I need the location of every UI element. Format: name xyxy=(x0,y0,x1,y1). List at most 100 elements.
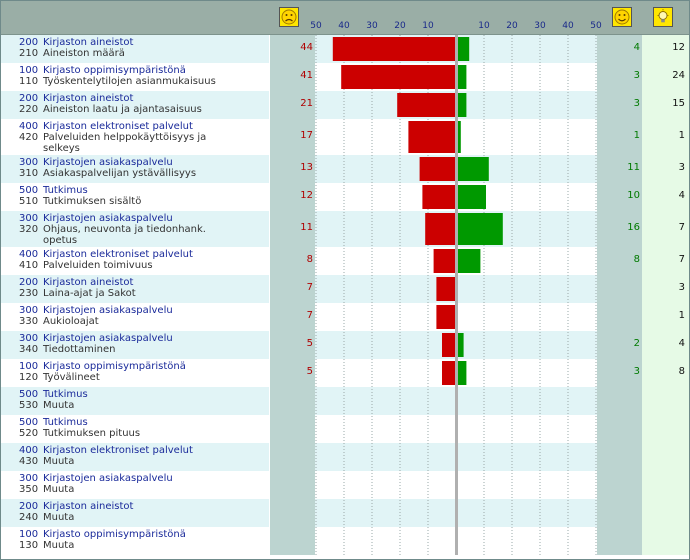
category-line: 300 Kirjastojen asiakaspalvelu xyxy=(19,213,173,224)
row-label: 400 Kirjaston elektroniset palvelut 410 Pal… xyxy=(1,247,269,275)
category-label: Kirjaston elektroniset palvelut xyxy=(43,445,193,456)
row-code: 130 xyxy=(19,540,39,551)
category-line: 300 Kirjastojen asiakaspalvelu xyxy=(19,305,173,316)
row-label: 200 Kirjaston aineistot 220 Aineiston laatu… xyxy=(1,91,269,119)
row-code: 110 xyxy=(19,76,39,87)
negative-count-cell: 7 xyxy=(270,303,315,331)
positive-count: 3 xyxy=(633,366,640,377)
subcategory-line: 330 Aukioloajat xyxy=(19,316,99,327)
row-label: 300 Kirjastojen asiakaspalvelu 310 Asiakasp… xyxy=(1,155,269,183)
suggestion-count-cell: 4 xyxy=(642,183,689,211)
suggestion-count-cell: 3 xyxy=(642,155,689,183)
category-label: Kirjasto oppimisympäristönä xyxy=(43,361,186,372)
positive-bar xyxy=(458,157,489,181)
row-label: 300 Kirjastojen asiakaspalvelu 340 Tiedotta… xyxy=(1,331,269,359)
suggestion-count: 1 xyxy=(678,130,685,141)
positive-count-cell: 16 xyxy=(597,211,642,247)
sad-face-icon xyxy=(279,7,299,27)
negative-bar xyxy=(397,93,456,117)
suggestion-count-cell: 4 xyxy=(642,331,689,359)
axis-tick-label: 50 xyxy=(310,21,322,31)
positive-count-cell xyxy=(597,387,642,415)
category-line: 400 Kirjaston elektroniset palvelut xyxy=(19,445,193,456)
row-code: 500 xyxy=(19,417,39,428)
negative-count: 44 xyxy=(300,42,313,53)
row-code: 320 xyxy=(19,224,39,235)
suggestion-count-cell: 8 xyxy=(642,359,689,387)
positive-count-cell xyxy=(597,415,642,443)
positive-count-cell: 10 xyxy=(597,183,642,211)
suggestion-count-cell xyxy=(642,471,689,499)
axis-tick-label: 20 xyxy=(394,21,406,31)
row-code: 300 xyxy=(19,333,39,344)
negative-bar xyxy=(422,185,456,209)
row-code: 410 xyxy=(19,260,39,271)
suggestion-count-cell xyxy=(642,415,689,443)
suggestion-count-cell: 15 xyxy=(642,91,689,119)
category-line: 200 Kirjaston aineistot xyxy=(19,277,133,288)
negative-count-cell: 13 xyxy=(270,155,315,183)
category-line: 100 Kirjasto oppimisympäristönä xyxy=(19,65,186,76)
category-label: Kirjaston elektroniset palvelut xyxy=(43,121,193,132)
suggestion-count: 7 xyxy=(678,254,685,265)
subcategory-label: Muuta xyxy=(43,456,75,467)
subcategory-label: Laina-ajat ja Sakot xyxy=(43,288,136,299)
subcategory-line: 310 Asiakaspalvelijan ystävällisyys xyxy=(19,168,196,179)
category-line: 100 Kirjasto oppimisympäristönä xyxy=(19,361,186,372)
row-code: 300 xyxy=(19,157,39,168)
positive-count: 3 xyxy=(633,70,640,81)
row-code: 200 xyxy=(19,277,39,288)
row-code: 230 xyxy=(19,288,39,299)
negative-bar xyxy=(419,157,456,181)
negative-count: 11 xyxy=(300,222,313,233)
negative-count-cell: 12 xyxy=(270,183,315,211)
axis-tick-label: 10 xyxy=(422,21,434,31)
negative-count-cell: 8 xyxy=(270,247,315,275)
positive-bar xyxy=(458,333,464,357)
category-line: 200 Kirjaston aineistot xyxy=(19,501,133,512)
axis-tick-label: 40 xyxy=(338,21,350,31)
category-label: Kirjaston aineistot xyxy=(43,277,134,288)
category-label: Kirjaston aineistot xyxy=(43,93,134,104)
zero-axis xyxy=(455,35,458,555)
subcategory-line: opetus xyxy=(19,235,77,246)
subcategory-line: 110 Työskentelytilojen asianmukaisuus xyxy=(19,76,216,87)
category-label: Kirjastojen asiakaspalvelu xyxy=(43,333,173,344)
row-code: 100 xyxy=(19,529,39,540)
subcategory-line: 210 Aineiston määrä xyxy=(19,48,125,59)
subcategory-line: 120 Työvälineet xyxy=(19,372,100,383)
suggestion-count-cell: 3 xyxy=(642,275,689,303)
category-label: Kirjastojen asiakaspalvelu xyxy=(43,213,173,224)
category-label: Kirjastojen asiakaspalvelu xyxy=(43,157,173,168)
row-code: 120 xyxy=(19,372,39,383)
axis-tick-label: 40 xyxy=(562,21,574,31)
row-code: 300 xyxy=(19,305,39,316)
subcategory-label: Työskentelytilojen asianmukaisuus xyxy=(43,76,216,87)
row-label: 200 Kirjaston aineistot 240 Muuta xyxy=(1,499,269,527)
positive-count-cell: 3 xyxy=(597,91,642,119)
negative-bar xyxy=(341,65,456,89)
negative-count-cell: 17 xyxy=(270,119,315,155)
happy-face-icon xyxy=(612,7,632,27)
subcategory-line: selkeys xyxy=(19,143,80,154)
axis-tick-label: 30 xyxy=(534,21,546,31)
category-label: Kirjaston aineistot xyxy=(43,37,134,48)
suggestion-count-cell: 12 xyxy=(642,35,689,63)
positive-count-cell: 11 xyxy=(597,155,642,183)
row-code: 500 xyxy=(19,185,39,196)
negative-bar xyxy=(436,305,456,329)
negative-count: 17 xyxy=(300,130,313,141)
positive-count-cell xyxy=(597,303,642,331)
axis-tick-label: 10 xyxy=(478,21,490,31)
subcategory-label: Muuta xyxy=(43,400,75,411)
positive-bar xyxy=(458,361,467,385)
subcategory-label: Palveluiden helppokäyttöisyys ja xyxy=(43,132,207,143)
positive-bar xyxy=(458,65,467,89)
negative-count: 12 xyxy=(300,190,313,201)
row-label: 100 Kirjasto oppimisympäristönä 130 Muuta xyxy=(1,527,269,555)
positive-count-cell xyxy=(597,471,642,499)
suggestion-count-cell: 7 xyxy=(642,247,689,275)
negative-count-cell: 21 xyxy=(270,91,315,119)
row-code: 350 xyxy=(19,484,39,495)
category-line: 300 Kirjastojen asiakaspalvelu xyxy=(19,333,173,344)
